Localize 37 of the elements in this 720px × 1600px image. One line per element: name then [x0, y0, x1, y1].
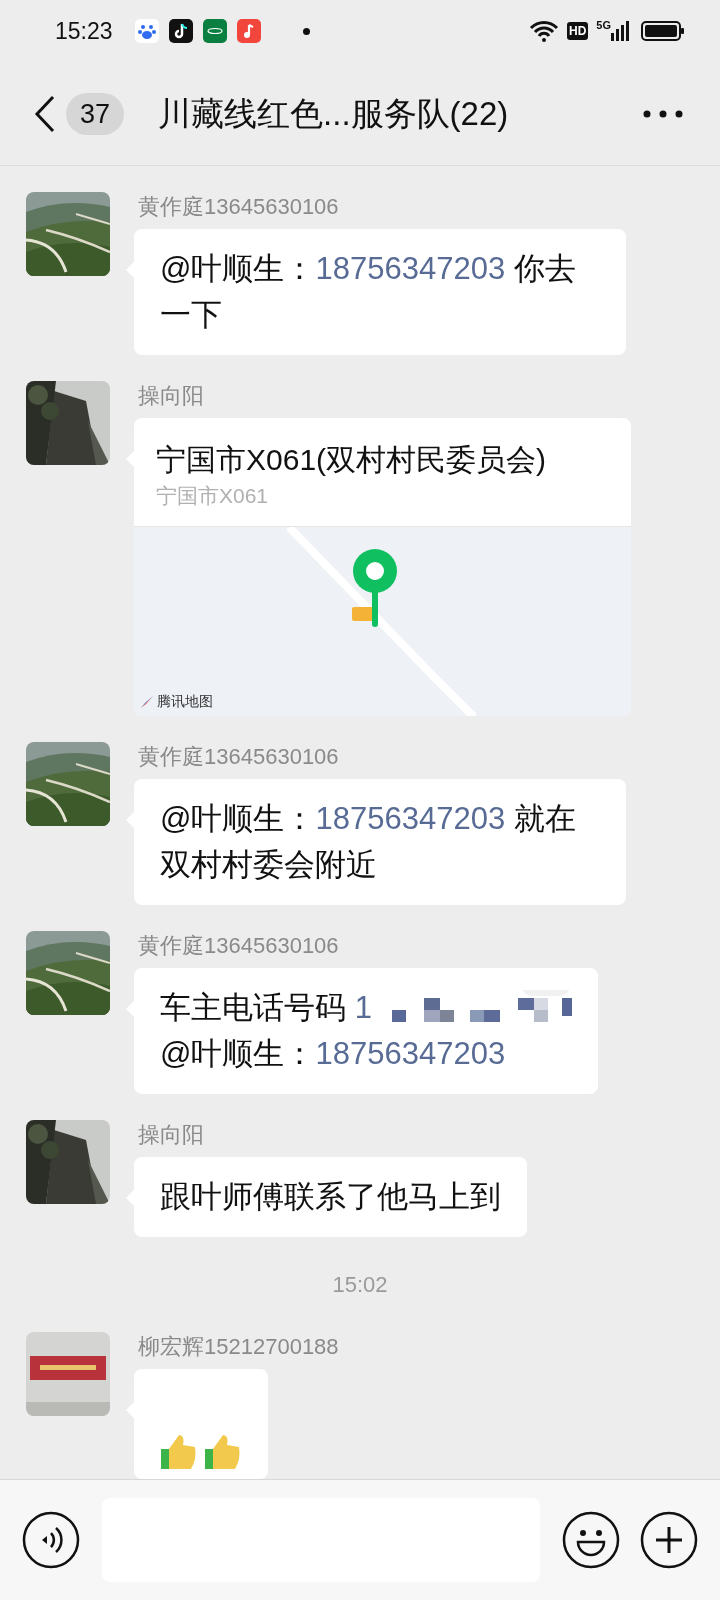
music-icon — [236, 19, 261, 43]
plus-icon[interactable] — [640, 1511, 698, 1569]
phone-link[interactable]: 18756347203 — [315, 251, 506, 286]
message-text: @叶顺生：18756347203 就在双村村委会附近 — [160, 800, 577, 884]
battery-icon — [641, 21, 685, 41]
signal-icon — [611, 21, 629, 41]
chat-title: 川藏线红色...服务队(22) — [158, 93, 509, 134]
status-time: 15:23 — [55, 16, 113, 46]
message-text: 车主电话号码 — [160, 990, 347, 1025]
unread-count-badge: 37 — [66, 92, 125, 135]
sender-name: 柳宏辉15212700188 — [138, 1333, 339, 1361]
phone-link[interactable]: 1 — [354, 990, 372, 1025]
message-text: @叶顺生：18756347203 你去一下 — [160, 250, 577, 334]
voice-icon[interactable] — [22, 1511, 80, 1569]
paw-icon — [134, 19, 159, 43]
sender-name: 黄作庭13645630106 — [138, 193, 340, 221]
map-attribution: 腾讯地图 — [157, 692, 213, 711]
place-name: 宁国市X061(双村村民委员会) — [155, 442, 548, 478]
network-label: 5G — [596, 20, 611, 31]
sender-name: 黄作庭13645630106 — [138, 743, 340, 771]
sender-name: 操向阳 — [138, 1121, 205, 1149]
phone-link[interactable]: 18756347203 — [315, 1036, 506, 1071]
message-text: 跟叶师傅联系了他马上到 — [160, 1178, 501, 1216]
timestamp: 15:02 — [332, 1271, 388, 1299]
back-icon[interactable] — [34, 94, 56, 133]
emoji-icon[interactable] — [562, 1511, 620, 1569]
location-card[interactable]: 宁国市X061(双村村民委员会) 宁国市X061 腾讯地图 — [134, 418, 631, 716]
sender-name: 黄作庭13645630106 — [138, 932, 340, 960]
place-address: 宁国市X061 — [155, 483, 270, 509]
message-text: @叶顺生：18756347203 — [160, 1035, 507, 1073]
sender-name: 操向阳 — [138, 382, 205, 410]
phone-link[interactable]: 18756347203 — [315, 801, 506, 836]
hd-badge: HD — [566, 22, 589, 40]
note-icon — [168, 19, 193, 43]
compass-icon — [140, 694, 154, 709]
more-icon[interactable] — [643, 109, 683, 118]
wifi-icon — [528, 20, 559, 42]
